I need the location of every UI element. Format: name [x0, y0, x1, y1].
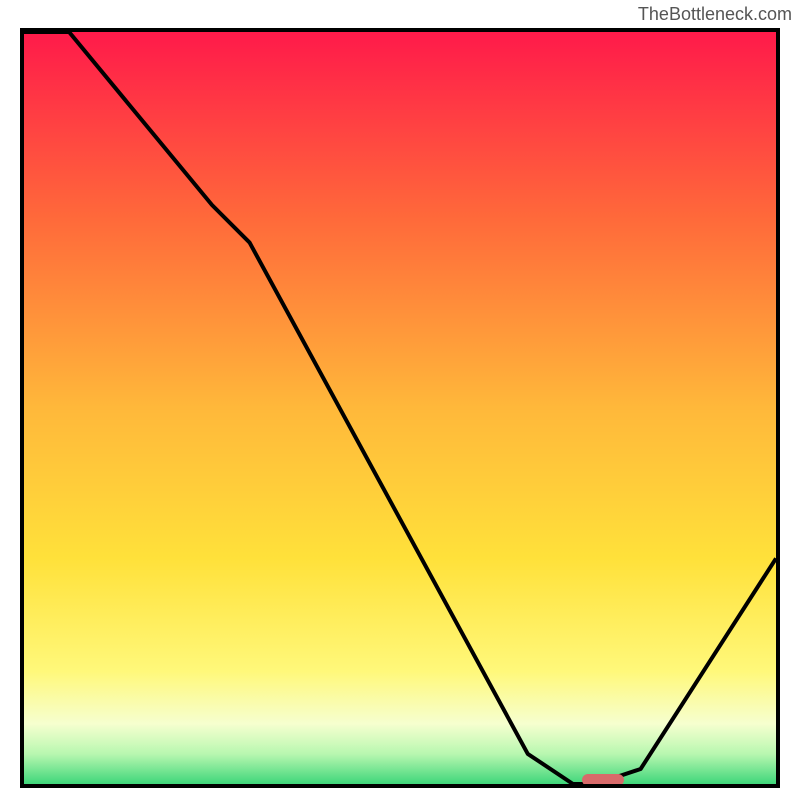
plot-area	[20, 28, 780, 788]
chart-container: TheBottleneck.com	[0, 0, 800, 800]
watermark-text: TheBottleneck.com	[638, 4, 792, 25]
bottleneck-curve	[24, 32, 776, 784]
optimal-marker	[582, 774, 624, 786]
